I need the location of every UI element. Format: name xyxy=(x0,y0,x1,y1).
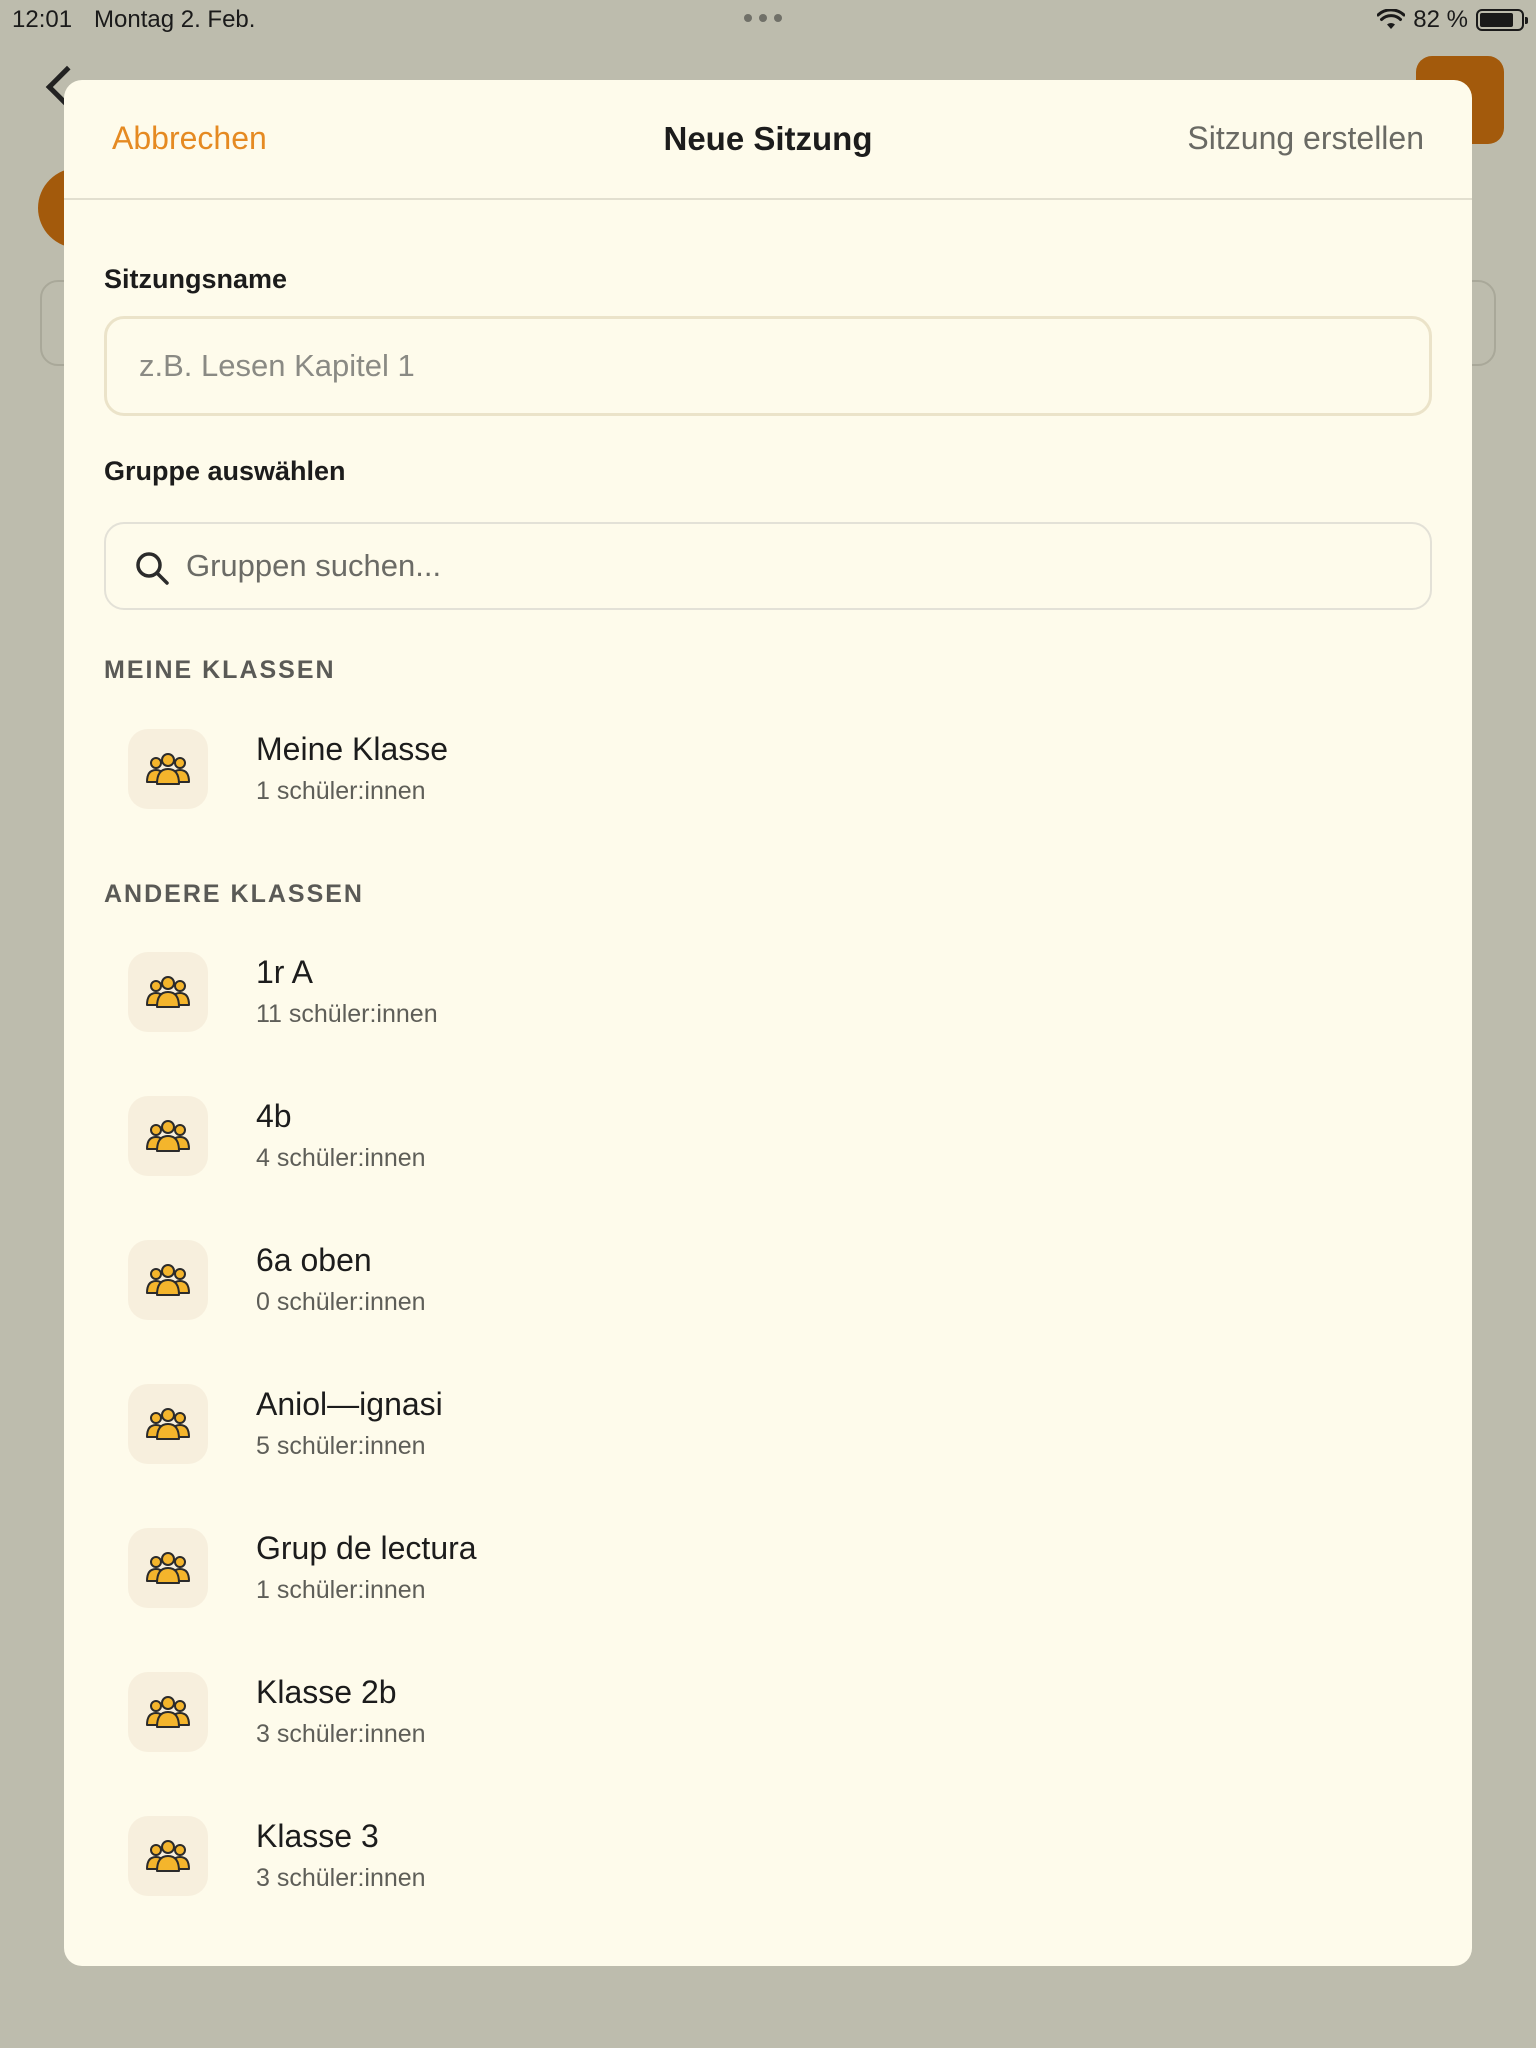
session-name-input[interactable] xyxy=(104,316,1432,416)
session-name-label: Sitzungsname xyxy=(104,264,288,294)
group-list-item[interactable]: Klasse 2b 3 schüler:innen xyxy=(128,1670,1408,1754)
group-name: 4b xyxy=(256,1098,292,1134)
group-select-label: Gruppe auswählen xyxy=(104,456,346,486)
group-search-input[interactable] xyxy=(186,524,1406,608)
people-group-icon xyxy=(128,1240,208,1320)
people-group-icon xyxy=(128,729,208,809)
group-student-count: 1 schüler:innen xyxy=(256,777,426,805)
search-icon xyxy=(136,552,169,585)
status-time: 12:01 xyxy=(12,6,73,33)
status-date: Montag 2. Feb. xyxy=(94,6,256,33)
group-student-count: 4 schüler:innen xyxy=(256,1144,426,1172)
group-list-item[interactable]: Klasse 3 3 schüler:innen xyxy=(128,1814,1408,1898)
group-name: Klasse 2b xyxy=(256,1674,397,1710)
battery-icon xyxy=(1476,9,1528,31)
group-list-item[interactable]: 4b 4 schüler:innen xyxy=(128,1094,1408,1178)
group-student-count: 5 schüler:innen xyxy=(256,1432,426,1460)
group-student-count: 0 schüler:innen xyxy=(256,1288,426,1316)
create-session-button[interactable]: Sitzung erstellen xyxy=(1187,120,1424,157)
group-list-item[interactable]: Aniol—ignasi 5 schüler:innen xyxy=(128,1382,1408,1466)
group-student-count: 3 schüler:innen xyxy=(256,1864,426,1892)
group-search-field[interactable] xyxy=(104,522,1432,610)
people-group-icon xyxy=(128,1672,208,1752)
group-student-count: 11 schüler:innen xyxy=(256,1000,438,1028)
people-group-icon xyxy=(128,1816,208,1896)
group-student-count: 1 schüler:innen xyxy=(256,1576,426,1604)
group-list-item[interactable]: 1r A 11 schüler:innen xyxy=(128,950,1408,1034)
status-bar: 12:01 Montag 2. Feb. 82 % xyxy=(0,0,1536,40)
group-student-count: 3 schüler:innen xyxy=(256,1720,426,1748)
people-group-icon xyxy=(128,1096,208,1176)
new-session-modal: Abbrechen Neue Sitzung Sitzung erstellen… xyxy=(64,80,1472,1966)
people-group-icon xyxy=(128,1528,208,1608)
multitasking-dots-icon[interactable] xyxy=(744,14,782,22)
my-classes-heading: MEINE KLASSEN xyxy=(104,656,336,684)
group-name: Meine Klasse xyxy=(256,731,449,767)
group-name: Aniol—ignasi xyxy=(256,1386,443,1422)
group-name: 1r A xyxy=(256,954,313,990)
people-group-icon xyxy=(128,952,208,1032)
people-group-icon xyxy=(128,1384,208,1464)
group-name: Grup de lectura xyxy=(256,1530,477,1566)
modal-header: Abbrechen Neue Sitzung Sitzung erstellen xyxy=(64,80,1472,200)
group-list-item[interactable]: 6a oben 0 schüler:innen xyxy=(128,1238,1408,1322)
group-name: Klasse 3 xyxy=(256,1818,379,1854)
battery-percent: 82 % xyxy=(1413,6,1468,33)
group-list-item[interactable]: Grup de lectura 1 schüler:innen xyxy=(128,1526,1408,1610)
group-list-item[interactable]: Meine Klasse 1 schüler:innen xyxy=(128,727,1408,811)
group-name: 6a oben xyxy=(256,1242,372,1278)
other-classes-heading: ANDERE KLASSEN xyxy=(104,880,364,908)
wifi-icon xyxy=(1377,9,1406,29)
